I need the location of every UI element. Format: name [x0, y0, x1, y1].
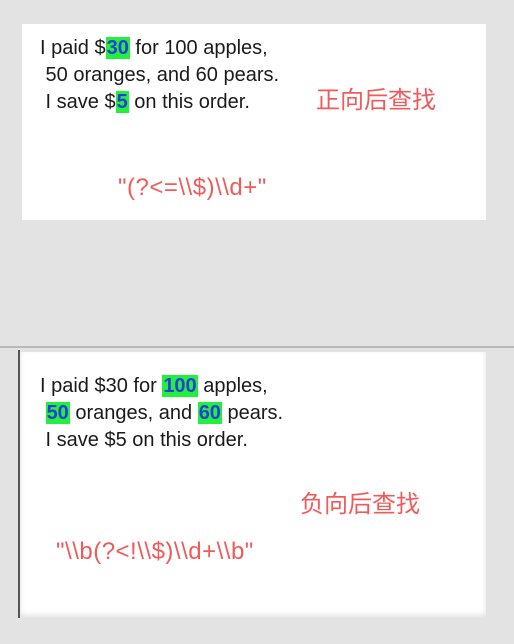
text-segment: oranges, and — [69, 402, 198, 424]
text-segment: apples, — [197, 375, 268, 397]
lookbehind-negative-label: 负向后查找 — [300, 490, 420, 518]
match-highlight: 60 — [197, 402, 222, 424]
text-segment: I paid $30 for — [40, 375, 163, 397]
regex-pattern: "(?<=\\$)\\d+" — [118, 174, 267, 201]
text-line-2: 50 oranges, and 60 pears. — [40, 401, 283, 425]
text-segment: on this order. — [128, 91, 250, 113]
bottom-example-panel: I paid $30 for 100 apples, 50 oranges, a… — [20, 352, 486, 618]
text-line-1: I paid $30 for 100 apples, — [40, 374, 268, 398]
text-segment: I save $ — [40, 91, 116, 113]
text-segment: I paid $ — [40, 37, 106, 59]
match-highlight: 30 — [105, 37, 130, 59]
top-example-panel: I paid $30 for 100 apples, 50 oranges, a… — [22, 24, 486, 220]
match-highlight: 5 — [115, 91, 129, 113]
regex-pattern: "\\b(?<!\\$)\\d+\\b" — [56, 538, 254, 565]
text-line-3: I save $5 on this order. — [40, 90, 250, 114]
divider — [0, 346, 514, 348]
text-line-2: 50 oranges, and 60 pears. — [40, 64, 280, 86]
text-segment: for 100 apples, — [129, 37, 268, 59]
match-highlight: 50 — [45, 402, 70, 424]
text-line-1: I paid $30 for 100 apples, — [40, 36, 268, 60]
lookbehind-positive-label: 正向后查找 — [316, 86, 436, 114]
text-line-3: I save $5 on this order. — [40, 429, 248, 451]
text-segment: pears. — [221, 402, 284, 424]
match-highlight: 100 — [162, 375, 198, 397]
text-segment — [40, 402, 46, 424]
